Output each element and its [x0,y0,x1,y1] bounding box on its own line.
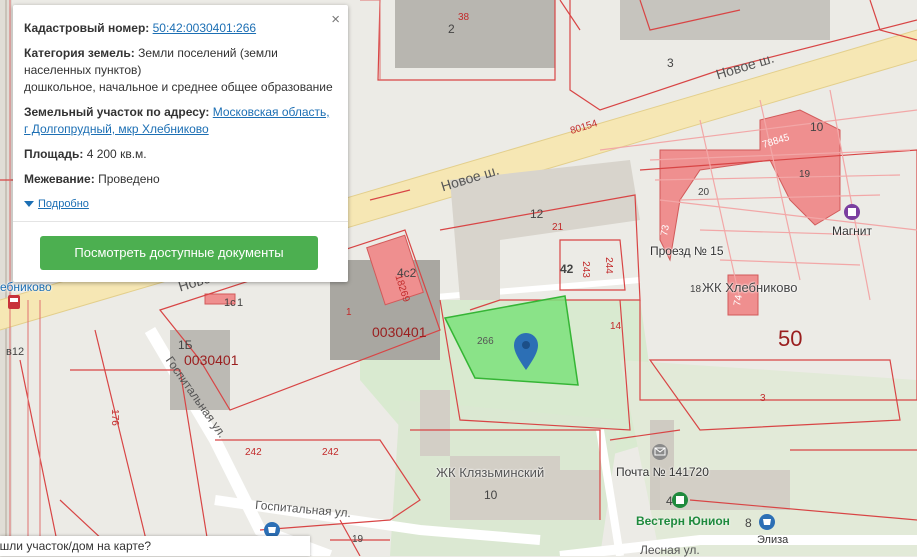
parcel-label-19: 19 [799,169,811,180]
close-icon[interactable]: × [331,11,340,28]
quarter-label-0030401-a: 0030401 [372,324,427,340]
popup-divider [13,221,348,222]
parcel-label-3: 3 [760,393,766,404]
parcel-label-18: 18 [690,284,702,295]
survey-row: Межевание: Проведено [24,171,338,188]
building-label-74: 74 [732,294,745,307]
address-label: Земельный участок по адресу: [24,105,210,119]
poi-label-eliza: Элиза [757,534,789,546]
parcel-label-21: 21 [552,222,564,233]
parcel-label-176: 176 [108,409,120,426]
building-3 [620,0,830,40]
building-label-1: 1 [237,297,244,309]
building-label-12: 12 [530,207,544,221]
quarter-label-50: 50 [778,326,803,351]
survey-value: Проведено [98,172,160,186]
parcel-label-14: 14 [610,321,622,332]
parcel-label-266: 266 [477,336,494,347]
chevron-down-icon [24,201,34,208]
area-label: Площадь: [24,147,84,161]
building-label-10: 10 [810,120,824,134]
poi-label-proezd-15: Проезд № 15 [650,244,724,258]
parcel-label-242-b: 242 [322,447,339,458]
road-label-lesnaya: Лесная ул. [640,543,700,557]
building-label-4c2: 4с2 [397,266,417,280]
poi-label-post: Почта № 141720 [616,465,709,479]
category-row: Категория земель: Земли поселений (земли… [24,45,338,96]
building-label-4: 4 [666,494,673,508]
category-label: Категория земель: [24,46,135,60]
cadastral-row: Кадастровый номер: 50:42:0030401:266 [24,20,338,37]
station-label: ебниково [0,280,52,294]
survey-label: Межевание: [24,172,95,186]
cadastral-label: Кадастровый номер: [24,21,150,35]
more-details-link[interactable]: Подробно [38,198,89,210]
area-row: Площадь: 4 200 кв.м. [24,146,338,163]
address-row: Земельный участок по адресу: Московская … [24,104,338,138]
poi-label-jk-hlebnikovo: ЖК Хлебниково [702,280,798,295]
supermarket-icon [844,204,860,220]
question-text: ашли участок/дом на карте? [0,539,152,553]
building-label-42: 42 [560,262,574,276]
bank-icon [672,492,688,508]
mail-icon [652,444,668,460]
parcel-label-38: 38 [458,12,470,23]
building-label-1b: 1Б [178,338,193,352]
more-details-toggle[interactable]: Подробно [24,196,338,213]
building-label-8: 8 [745,516,752,530]
parcel-label-1: 1 [346,307,352,318]
building-label-v12: в12 [6,346,25,358]
cadastral-number-link[interactable]: 50:42:0030401:266 [153,21,256,35]
parcel-label-20: 20 [698,187,710,198]
parcel-info-popup: × Кадастровый номер: 50:42:0030401:266 К… [13,5,348,282]
category-use: дошкольное, начальное и среднее общее об… [24,80,333,94]
poi-label-jk-klyazminsky: ЖК Клязьминский [436,465,545,480]
view-documents-button[interactable]: Посмотреть доступные документы [40,236,318,270]
found-parcel-question-bar[interactable]: ашли участок/дом на карте? [0,536,310,556]
poi-label-magnit: Магнит [832,224,873,238]
building-label-10-south: 10 [484,488,498,502]
building-label-1c: 1с [224,297,236,309]
parcel-label-242-a: 242 [245,447,262,458]
building-2 [395,0,555,68]
parcel-label-244: 244 [602,257,614,274]
building-label-73: 73 [659,224,672,237]
marker-pin-dot [522,341,530,349]
area-value: 4 200 кв.м. [86,147,147,161]
parcel-label-19-south: 19 [352,534,364,545]
address-link-city[interactable]: г Долгопрудный, мкр Хлебниково [24,122,209,136]
quarter-label-0030401-b: 0030401 [184,352,239,368]
train-icon [8,295,20,309]
address-link-region[interactable]: Московская область, [213,105,330,119]
parcel-label-243: 243 [579,261,591,278]
shop-icon [759,514,775,530]
poi-label-western-union: Вестерн Юнион [636,514,730,528]
building-label-2: 2 [448,22,455,36]
building-label-3: 3 [667,56,674,70]
